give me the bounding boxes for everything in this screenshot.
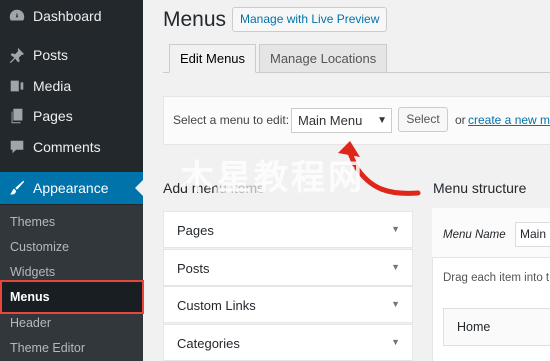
sidebar-item-appearance[interactable]: Appearance — [0, 172, 143, 204]
submenu-header[interactable]: Header — [10, 316, 51, 330]
or-text: or — [455, 113, 466, 127]
submenu-menus[interactable]: Menus — [10, 290, 50, 304]
admin-sidebar: Dashboard Posts Media Pages Comments App… — [0, 0, 144, 361]
submenu-theme-editor[interactable]: Theme Editor — [10, 341, 85, 355]
triangle-down-icon: ▼ — [391, 224, 400, 234]
menu-structure-heading: Menu structure — [433, 180, 527, 196]
accordion-label: Categories — [177, 336, 240, 351]
tab-manage-locations[interactable]: Manage Locations — [259, 44, 388, 73]
sidebar-item-media[interactable]: Media — [0, 71, 143, 101]
menu-name-label: Menu Name — [443, 229, 506, 241]
accordion-label: Pages — [177, 223, 214, 238]
sidebar-item-label: Posts — [33, 47, 69, 63]
sidebar-item-pages[interactable]: Pages — [0, 101, 143, 131]
accordion-custom-links[interactable]: Custom Links ▼ — [163, 286, 413, 323]
media-icon — [7, 76, 27, 96]
sidebar-item-posts[interactable]: Posts — [0, 40, 143, 70]
triangle-down-icon: ▼ — [391, 299, 400, 309]
caret-down-icon: ▼ — [377, 115, 387, 126]
select-button[interactable]: Select — [398, 107, 448, 132]
sidebar-item-label: Media — [33, 78, 72, 94]
sidebar-item-label: Pages — [33, 108, 73, 124]
sidebar-item-label: Appearance — [33, 180, 109, 196]
menu-item-label: Home — [457, 320, 491, 334]
menu-dropdown[interactable]: Main Menu ▼ — [291, 108, 392, 133]
page-title: Menus — [163, 8, 227, 31]
pin-icon — [7, 45, 27, 65]
paintbrush-icon — [7, 178, 27, 198]
watermark-text: 木星教程网 — [180, 158, 365, 198]
accordion-label: Posts — [177, 261, 210, 276]
accordion-pages[interactable]: Pages ▼ — [163, 211, 413, 248]
dashboard-icon — [7, 6, 27, 26]
triangle-down-icon: ▼ — [391, 262, 400, 272]
create-new-menu-link[interactable]: create a new me — [468, 113, 550, 127]
comment-icon — [7, 137, 27, 157]
accordion-posts[interactable]: Posts ▼ — [163, 249, 413, 286]
submenu-themes[interactable]: Themes — [10, 215, 55, 229]
accordion-categories[interactable]: Categories ▼ — [163, 324, 413, 361]
triangle-down-icon: ▼ — [391, 337, 400, 347]
live-preview-button[interactable]: Manage with Live Preview — [232, 7, 388, 32]
sidebar-item-dashboard[interactable]: Dashboard — [0, 1, 143, 31]
submenu-widgets[interactable]: Widgets — [10, 265, 55, 279]
sidebar-item-comments[interactable]: Comments — [0, 132, 143, 162]
drag-instructions: Drag each item into t — [443, 272, 550, 284]
menu-name-input[interactable]: Main — [515, 222, 550, 247]
submenu-customize[interactable]: Customize — [10, 240, 69, 254]
sidebar-item-label: Dashboard — [33, 8, 102, 24]
menu-item-home[interactable]: Home — [443, 308, 550, 346]
accordion-label: Custom Links — [177, 298, 256, 313]
menu-dropdown-value: Main Menu — [298, 113, 363, 128]
sidebar-item-label: Comments — [33, 139, 101, 155]
pages-icon — [7, 106, 27, 126]
tab-edit-menus[interactable]: Edit Menus — [169, 44, 257, 73]
select-menu-label: Select a menu to edit: — [173, 113, 290, 127]
